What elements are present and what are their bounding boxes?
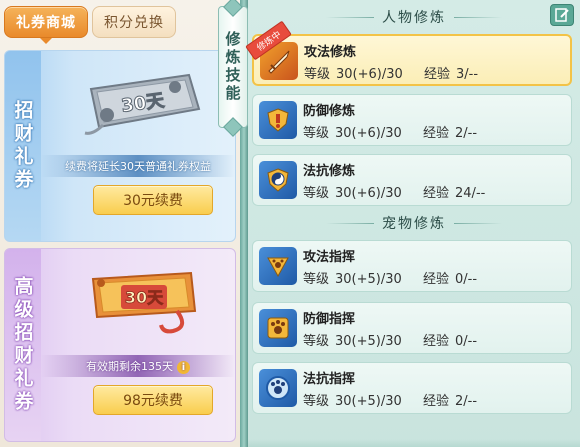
- skill-level: 等级 30(+6)/30: [303, 122, 402, 141]
- skill-attack-magic[interactable]: 修炼中 攻法修炼 等级 30(+6)/30 经验 3/--: [245, 20, 572, 86]
- skill-magic-resist[interactable]: 法抗修炼 等级 30(+6)/30 经验 24/--: [252, 154, 572, 206]
- exp-value: 2/--: [455, 394, 478, 409]
- silver-coupon-icon: 30天: [84, 73, 201, 135]
- edit-icon: [555, 8, 569, 22]
- level-value: 30(+5)/30: [335, 334, 402, 349]
- exp-label: 经验: [423, 272, 450, 287]
- coupon-card-basic-title: 招财礼券: [11, 100, 34, 192]
- edit-button[interactable]: [550, 4, 574, 26]
- level-value: 30(+5)/30: [335, 272, 402, 287]
- skill-exp: 经验 0/--: [423, 268, 477, 287]
- info-icon[interactable]: i: [177, 360, 190, 374]
- gold-coupon-text: 30天: [125, 288, 164, 307]
- exp-label: 经验: [423, 334, 450, 349]
- skill-level: 等级 30(+5)/30: [303, 268, 402, 287]
- level-value: 30(+5)/30: [335, 394, 402, 409]
- paw-resist-icon: [259, 369, 297, 407]
- tab-active-indicator: [40, 38, 52, 44]
- exp-label: 经验: [424, 67, 451, 82]
- skill-pet-attack[interactable]: 攻法指挥 等级 30(+5)/30 经验 0/--: [252, 240, 572, 292]
- taiji-shield-icon: [259, 161, 297, 199]
- skill-level: 等级 30(+6)/30: [303, 182, 402, 201]
- coupon-card-premium-label: 高级招财礼券: [5, 249, 41, 441]
- skill-name: 法抗指挥: [303, 372, 356, 387]
- level-value: 30(+6)/30: [335, 186, 402, 201]
- coupon-card-premium: 高级招财礼券 30天 有效期剩余135天 i 98元续费: [4, 248, 236, 442]
- footer-bar: [248, 439, 580, 447]
- skill-exp: 经验 3/--: [424, 63, 478, 82]
- exp-label: 经验: [423, 186, 450, 201]
- skill-level: 等级 30(+6)/30: [304, 63, 403, 82]
- exp-label: 经验: [423, 126, 450, 141]
- exp-value: 24/--: [455, 186, 486, 201]
- cultivation-skills-tab[interactable]: 修炼技能: [218, 6, 248, 128]
- coupon-card-basic: 招财礼券 30天 续费将延长30天普通礼券权益 30元续费: [4, 50, 236, 242]
- skill-name: 防御指挥: [303, 312, 356, 327]
- pet-cultivation-title: 宠物修炼: [248, 212, 580, 234]
- level-label: 等级: [303, 186, 330, 201]
- skill-pet-defense[interactable]: 防御指挥 等级 30(+5)/30 经验 0/--: [252, 302, 572, 354]
- cultivation-panel: 人物修炼 修炼中 攻法修炼 等级 30(+6)/30 经验 3/-- 防御修炼 等级…: [245, 0, 580, 447]
- skill-exp: 经验 24/--: [423, 182, 485, 201]
- coupon-card-premium-note-text: 有效期剩余135天: [86, 360, 173, 373]
- tab-gift-shop[interactable]: 礼券商城: [4, 6, 88, 38]
- paw-attack-icon: [259, 247, 297, 285]
- skill-name: 攻法指挥: [303, 250, 356, 265]
- skill-exp: 经验 2/--: [423, 390, 477, 409]
- shop-tabs: 礼券商城 积分兑换: [0, 0, 240, 44]
- exp-value: 3/--: [456, 67, 479, 82]
- skill-exp: 经验 0/--: [423, 330, 477, 349]
- skill-exp: 经验 2/--: [423, 122, 477, 141]
- cultivation-skills-tab-label: 修炼技能: [223, 31, 242, 103]
- coupon-card-premium-note: 有效期剩余135天 i: [41, 355, 235, 377]
- skill-defense[interactable]: 防御修炼 等级 30(+6)/30 经验 2/--: [252, 94, 572, 146]
- tab-points-exchange[interactable]: 积分兑换: [92, 6, 176, 38]
- exp-value: 0/--: [455, 272, 478, 287]
- exp-label: 经验: [423, 394, 450, 409]
- renew-30-button[interactable]: 30元续费: [93, 185, 213, 215]
- shield-icon: [259, 101, 297, 139]
- shop-panel: 礼券商城 积分兑换 招财礼券 30天 续费将延长30天普通礼券权益 30元续费 …: [0, 0, 240, 447]
- gold-coupon-icon: 30天: [91, 271, 197, 334]
- skill-pet-resist[interactable]: 法抗指挥 等级 30(+5)/30 经验 2/--: [252, 362, 572, 414]
- skill-level: 等级 30(+5)/30: [303, 330, 402, 349]
- renew-98-button[interactable]: 98元续费: [93, 385, 213, 415]
- skill-name: 法抗修炼: [303, 164, 356, 179]
- character-cultivation-title: 人物修炼: [248, 6, 580, 28]
- level-value: 30(+6)/30: [335, 126, 402, 141]
- coupon-card-premium-title: 高级招财礼券: [11, 276, 34, 414]
- coupon-card-basic-label: 招财礼券: [5, 51, 41, 241]
- level-label: 等级: [303, 394, 330, 409]
- exp-value: 0/--: [455, 334, 478, 349]
- level-label: 等级: [304, 67, 331, 82]
- skill-name: 攻法修炼: [304, 45, 357, 60]
- level-label: 等级: [303, 126, 330, 141]
- level-label: 等级: [303, 272, 330, 287]
- skill-name: 防御修炼: [303, 104, 356, 119]
- skill-level: 等级 30(+5)/30: [303, 390, 402, 409]
- level-value: 30(+6)/30: [336, 67, 403, 82]
- exp-value: 2/--: [455, 126, 478, 141]
- coupon-card-basic-note: 续费将延长30天普通礼券权益: [41, 155, 235, 177]
- level-label: 等级: [303, 334, 330, 349]
- paw-defense-icon: [259, 309, 297, 347]
